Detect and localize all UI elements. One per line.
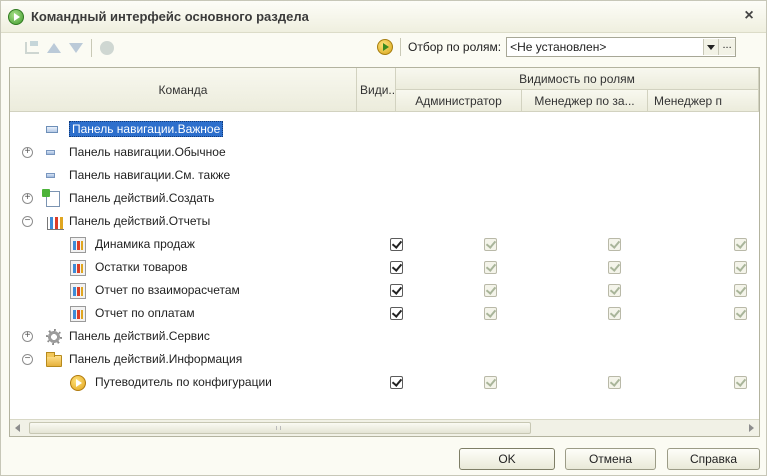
column-header-role[interactable]: Администратор xyxy=(396,90,522,112)
nav-important-icon xyxy=(46,126,58,133)
title-bar: Командный интерфейс основного раздела × xyxy=(1,1,766,33)
report-icon xyxy=(70,306,86,322)
role-visibility-checkbox[interactable] xyxy=(734,376,747,389)
window-title: Командный интерфейс основного раздела xyxy=(31,9,309,24)
column-header-visibility[interactable]: Види... xyxy=(357,68,396,112)
commands-table: Команда Види... Видимость по ролям Админ… xyxy=(9,67,760,437)
close-icon[interactable]: × xyxy=(740,7,758,25)
role-visibility-checkbox[interactable] xyxy=(484,284,497,297)
horizontal-scrollbar[interactable] xyxy=(10,419,759,436)
column-header-command[interactable]: Команда xyxy=(10,68,357,112)
grip-icon xyxy=(276,426,281,430)
table-row[interactable]: + Панель действий.Сервис xyxy=(10,326,759,348)
role-visibility-checkbox[interactable] xyxy=(484,261,497,274)
run-icon[interactable] xyxy=(377,39,393,55)
expand-icon[interactable]: + xyxy=(22,147,33,158)
role-visibility-checkbox[interactable] xyxy=(484,238,497,251)
move-up-button[interactable] xyxy=(45,39,63,57)
default-button[interactable] xyxy=(98,39,116,57)
role-filter: Отбор по ролям: <Не установлен> ... xyxy=(377,37,737,57)
nav-see-also-icon xyxy=(46,173,55,178)
circle-icon xyxy=(100,41,114,55)
column-header-role[interactable]: Менеджер п xyxy=(648,90,759,112)
table-row[interactable]: Путеводитель по конфигурации xyxy=(10,372,759,394)
command-label: Отчет по взаиморасчетам xyxy=(95,283,240,297)
command-label: Панель навигации.См. также xyxy=(69,168,231,182)
create-document-icon xyxy=(42,189,60,207)
role-visibility-checkbox[interactable] xyxy=(734,307,747,320)
table-row[interactable]: Панель навигации.См. также xyxy=(10,165,759,187)
arrow-down-icon xyxy=(69,43,83,53)
role-visibility-checkbox[interactable] xyxy=(734,261,747,274)
table-row[interactable]: + Панель действий.Создать xyxy=(10,188,759,210)
column-header-role[interactable]: Менеджер по за... xyxy=(522,90,648,112)
visibility-checkbox[interactable] xyxy=(390,376,403,389)
command-label: Остатки товаров xyxy=(95,260,188,274)
table-row[interactable]: Остатки товаров xyxy=(10,257,759,279)
table-row[interactable]: Отчет по оплатам xyxy=(10,303,759,325)
role-visibility-checkbox[interactable] xyxy=(608,261,621,274)
role-visibility-checkbox[interactable] xyxy=(484,307,497,320)
report-icon xyxy=(70,260,86,276)
role-visibility-checkbox[interactable] xyxy=(484,376,497,389)
help-button[interactable]: Справка xyxy=(667,448,760,470)
table-row[interactable]: − Панель действий.Отчеты xyxy=(10,211,759,233)
column-header-visibility-by-roles: Видимость по ролям xyxy=(396,68,759,90)
role-visibility-checkbox[interactable] xyxy=(734,238,747,251)
role-visibility-checkbox[interactable] xyxy=(608,307,621,320)
gear-icon xyxy=(46,329,62,345)
collapse-icon[interactable]: − xyxy=(22,354,33,365)
visibility-checkbox[interactable] xyxy=(390,307,403,320)
report-icon xyxy=(70,283,86,299)
command-label: Путеводитель по конфигурации xyxy=(95,375,272,389)
visibility-checkbox[interactable] xyxy=(390,238,403,251)
expand-icon[interactable]: + xyxy=(22,193,33,204)
cancel-button[interactable]: Отмена xyxy=(565,448,656,470)
role-filter-select[interactable]: <Не установлен> ... xyxy=(506,37,737,57)
command-label: Панель действий.Информация xyxy=(69,352,243,366)
scrollbar-thumb[interactable] xyxy=(29,422,531,434)
role-visibility-checkbox[interactable] xyxy=(608,284,621,297)
visibility-checkbox[interactable] xyxy=(390,261,403,274)
app-icon xyxy=(8,8,24,25)
command-label: Панель действий.Отчеты xyxy=(69,214,211,228)
table-row[interactable]: + Панель навигации.Обычное xyxy=(10,142,759,164)
play-icon xyxy=(70,375,86,391)
scroll-right-icon[interactable] xyxy=(742,420,759,436)
collapse-icon[interactable]: − xyxy=(22,216,33,227)
tree-icon xyxy=(25,41,39,54)
visibility-checkbox[interactable] xyxy=(390,284,403,297)
expand-icon[interactable]: + xyxy=(22,331,33,342)
command-label: Панель действий.Создать xyxy=(69,191,215,205)
role-visibility-checkbox[interactable] xyxy=(734,284,747,297)
role-visibility-checkbox[interactable] xyxy=(608,238,621,251)
reports-chart-icon xyxy=(46,216,64,230)
table-row[interactable]: Панель навигации.Важное xyxy=(10,119,759,141)
command-label: Панель действий.Сервис xyxy=(69,329,210,343)
chevron-down-icon[interactable] xyxy=(703,39,719,55)
table-row[interactable]: Динамика продаж xyxy=(10,234,759,256)
arrow-up-icon xyxy=(47,43,61,53)
move-down-button[interactable] xyxy=(67,39,85,57)
choose-button[interactable]: ... xyxy=(718,39,736,55)
toolbar-divider xyxy=(400,38,401,56)
command-label: Панель навигации.Обычное xyxy=(69,145,226,159)
table-row[interactable]: Отчет по взаиморасчетам xyxy=(10,280,759,302)
table-row[interactable]: − Панель действий.Информация xyxy=(10,349,759,371)
report-icon xyxy=(70,237,86,253)
role-visibility-checkbox[interactable] xyxy=(608,376,621,389)
command-label: Отчет по оплатам xyxy=(95,306,195,320)
hierarchy-button[interactable] xyxy=(23,39,41,57)
role-filter-label: Отбор по ролям: xyxy=(408,40,502,54)
scroll-left-icon[interactable] xyxy=(10,420,27,436)
command-label: Динамика продаж xyxy=(95,237,195,251)
folder-icon xyxy=(46,352,62,367)
command-label: Панель навигации.Важное xyxy=(69,121,224,137)
nav-normal-icon xyxy=(46,150,55,155)
toolbar-divider xyxy=(91,39,92,57)
dialog-window: Командный интерфейс основного раздела × … xyxy=(0,0,767,476)
role-filter-value: <Не установлен> xyxy=(510,40,607,54)
ok-button[interactable]: OK xyxy=(459,448,555,470)
